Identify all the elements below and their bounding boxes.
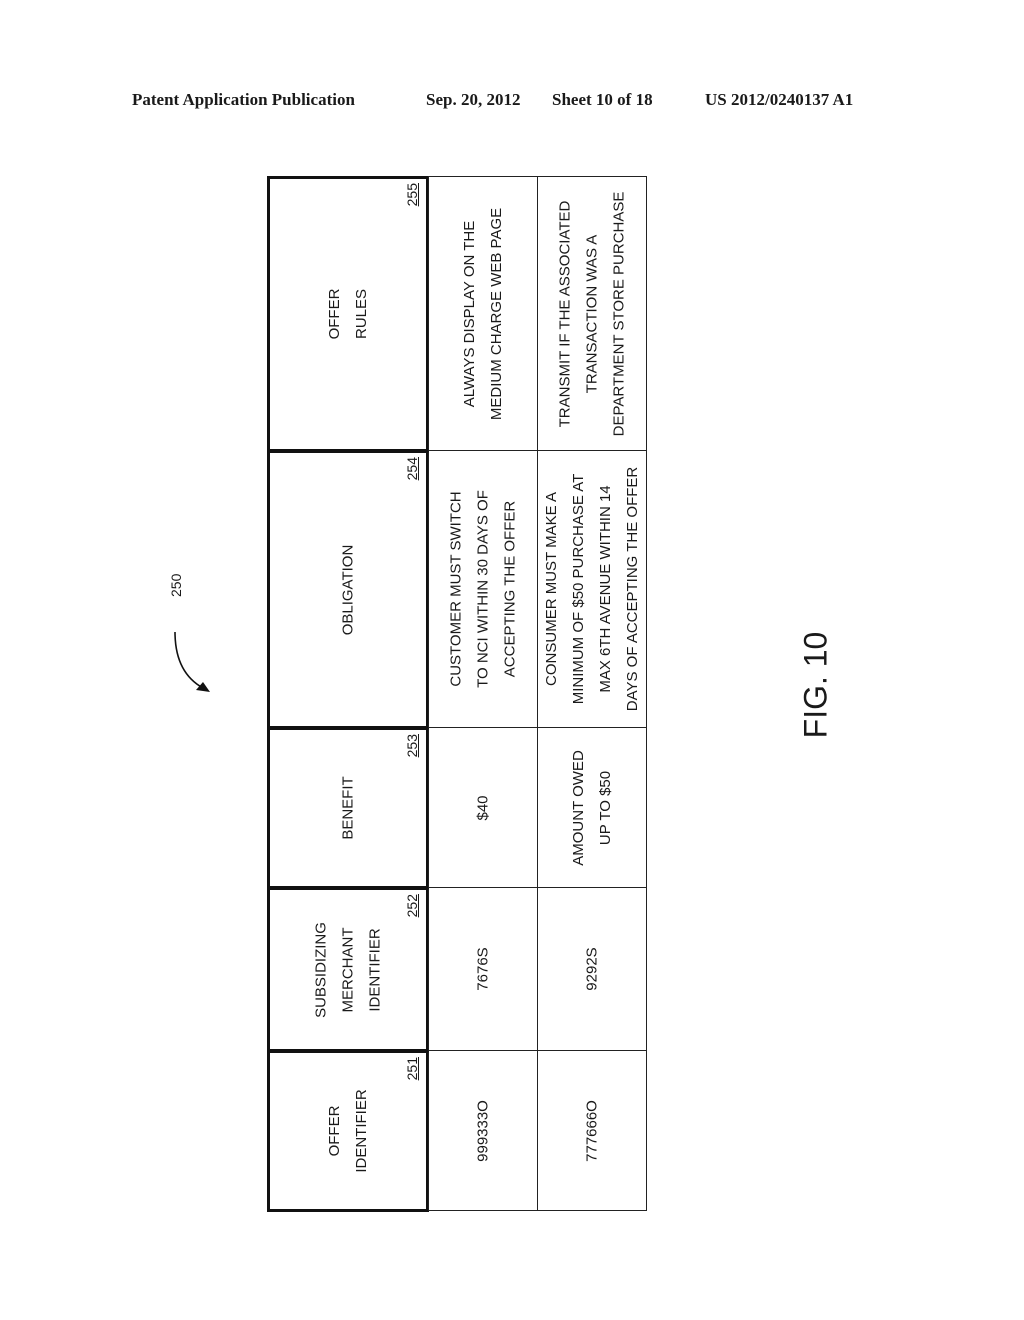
- cell-text-line: DEPARTMENT STORE PURCHASE: [610, 191, 628, 436]
- cell-value: $40: [470, 795, 497, 820]
- table-cell-subsidizing-merchant-identifier: 7676S: [428, 887, 538, 1051]
- table-cell-obligation: CONSUMER MUST MAKE A MINIMUM OF $50 PURCH…: [537, 450, 647, 728]
- cell-text-line: DAYS OF ACCEPTING THE OFFER: [624, 466, 641, 712]
- reference-numeral: 252: [404, 894, 424, 934]
- table-cell-offer-rules: ALWAYS DISPLAY ON THE MEDIUM CHARGE WEB P…: [428, 176, 538, 451]
- column-header-label: OFFER RULES: [321, 289, 375, 340]
- column-header-label: OBLIGATION: [335, 544, 362, 635]
- cell-value: CUSTOMER MUST SWITCH TO NCI WITHIN 30 DAY…: [443, 490, 524, 688]
- cell-value: TRANSMIT IF THE ASSOCIATED TRANSACTION WA…: [552, 191, 633, 436]
- cell-value: 999333O: [470, 1100, 497, 1162]
- cell-text-line: 777666O: [583, 1099, 601, 1162]
- column-header-obligation: OBLIGATION 254: [267, 450, 429, 729]
- cell-text-line: OFFER: [326, 288, 343, 340]
- reference-numeral-text: 252: [404, 894, 420, 918]
- column-header-label: BENEFIT: [335, 776, 362, 839]
- cell-text-line: IDENTIFIER: [353, 1089, 370, 1173]
- publication-date: Sep. 20, 2012: [426, 90, 521, 109]
- reference-numeral-text: 254: [404, 457, 420, 481]
- cell-text-line: OBLIGATION: [339, 544, 357, 635]
- cell-value: AMOUNT OWED UP TO $50: [565, 750, 619, 866]
- cell-value: CONSUMER MUST MAKE A MINIMUM OF $50 PURCH…: [538, 467, 646, 711]
- figure-reference-label: 250: [168, 573, 184, 597]
- sheet-number: Sheet 10 of 18: [552, 90, 653, 109]
- cell-text-line: TRANSACTION WAS A: [583, 234, 601, 393]
- table-cell-offer-identifier: 777666O: [537, 1050, 647, 1211]
- cell-text-line: MERCHANT: [339, 927, 357, 1013]
- column-header-offer-rules: OFFER RULES 255: [267, 176, 429, 452]
- reference-numeral-text: 253: [404, 734, 420, 758]
- table-cell-offer-rules: TRANSMIT IF THE ASSOCIATED TRANSACTION WA…: [537, 176, 647, 451]
- cell-text-line: IDENTIFIER: [366, 927, 384, 1012]
- column-header-label: OFFER IDENTIFIER: [321, 1089, 375, 1172]
- table-cell-benefit: AMOUNT OWED UP TO $50: [537, 727, 647, 888]
- cell-text-line: BENEFIT: [339, 776, 357, 840]
- reference-numeral-text: 251: [404, 1057, 420, 1081]
- figure-label: FIG. 10: [797, 631, 834, 739]
- cell-text-line: SUBSIDIZING: [312, 921, 330, 1018]
- cell-text-line: CUSTOMER MUST SWITCH: [447, 491, 465, 687]
- table-cell-offer-identifier: 999333O: [428, 1050, 538, 1211]
- cell-text-line: TO NCI WITHIN 30 DAYS OF: [474, 490, 492, 688]
- column-header-label: SUBSIDIZING MERCHANT IDENTIFIER: [308, 922, 389, 1018]
- offer-table: OFFER IDENTIFIER 251 999333O 777666O SUBSIDIZ…: [267, 176, 647, 1212]
- cell-value: 777666O: [579, 1100, 606, 1162]
- cell-text-line: MEDIUM CHARGE WEB PAGE: [488, 207, 505, 420]
- cell-text-line: ACCEPTING THE OFFER: [501, 500, 519, 678]
- cell-text-line: AMOUNT OWED: [570, 749, 587, 866]
- column-header-offer-identifier: OFFER IDENTIFIER 251: [267, 1050, 429, 1212]
- cell-text-line: TRANSMIT IF THE ASSOCIATED: [556, 200, 574, 427]
- cell-text-line: ALWAYS DISPLAY ON THE: [461, 220, 478, 407]
- cell-text-line: 7676S: [474, 947, 492, 991]
- cell-text-line: RULES: [353, 288, 370, 340]
- table-cell-obligation: CUSTOMER MUST SWITCH TO NCI WITHIN 30 DAY…: [428, 450, 538, 728]
- column-header-subsidizing-merchant-identifier: SUBSIDIZING MERCHANT IDENTIFIER 252: [267, 887, 429, 1052]
- cell-text-line: OFFER: [326, 1105, 343, 1157]
- publication-title: Patent Application Publication: [132, 90, 355, 109]
- reference-numeral: 254: [404, 457, 424, 497]
- cell-value: ALWAYS DISPLAY ON THE MEDIUM CHARGE WEB P…: [456, 207, 510, 419]
- column-header-benefit: BENEFIT 253: [267, 727, 429, 889]
- cell-text-line: MAX 6TH AVENUE WITHIN 14: [597, 485, 614, 693]
- cell-text-line: CONSUMER MUST MAKE A: [543, 492, 560, 686]
- table-cell-subsidizing-merchant-identifier: 9292S: [537, 887, 647, 1051]
- patent-number: US 2012/0240137 A1: [705, 90, 854, 109]
- reference-numeral: 255: [404, 183, 424, 223]
- cell-text-line: MINIMUM OF $50 PURCHASE AT: [570, 473, 587, 705]
- cell-text-line: 9292S: [583, 947, 601, 991]
- reference-numeral: 253: [404, 734, 424, 774]
- cell-value: 9292S: [579, 947, 606, 990]
- cell-text-line: UP TO $50: [597, 770, 614, 845]
- table-cell-benefit: $40: [428, 727, 538, 888]
- reference-arrow-icon: [174, 631, 210, 692]
- reference-numeral-text: 255: [404, 183, 420, 207]
- cell-value: 7676S: [470, 947, 497, 990]
- cell-text-line: $40: [474, 794, 492, 821]
- cell-text-line: 999333O: [474, 1099, 492, 1162]
- reference-numeral: 251: [404, 1057, 424, 1097]
